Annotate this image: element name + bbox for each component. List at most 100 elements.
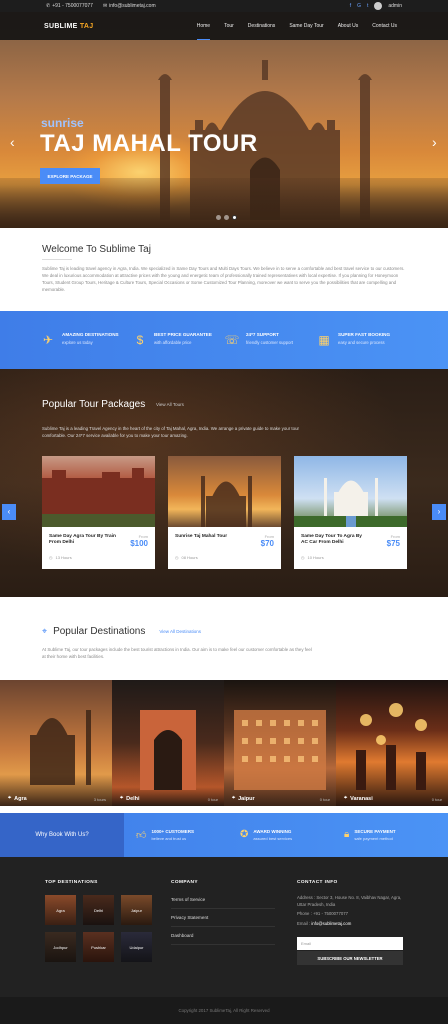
hero-next-arrow-icon[interactable]: › xyxy=(432,134,437,150)
footer-col1-title: TOP DESTINATIONS xyxy=(45,880,98,885)
brand-logo[interactable]: SUBLIME TAJ xyxy=(44,23,93,30)
view-all-tours-link[interactable]: View All Tours xyxy=(156,402,184,407)
thumb-label[interactable]: Pushkar xyxy=(91,945,106,950)
packages-prev-arrow-icon[interactable]: ‹ xyxy=(2,504,16,520)
email-info[interactable]: ✉ info@sublimetaj.com xyxy=(103,3,156,9)
location-pin-icon: ⌖ xyxy=(8,795,12,801)
hero-dot-2[interactable] xyxy=(224,215,229,220)
why-item-desc: safe payment method xyxy=(354,836,393,841)
avatar[interactable] xyxy=(374,2,383,10)
thumb-label[interactable]: Jaipur xyxy=(131,908,142,913)
main-navbar: SUBLIME TAJ Home Tour Destinations Same … xyxy=(0,12,448,40)
user-name[interactable]: admin xyxy=(388,3,402,9)
footer-top-destinations: TOP DESTINATIONS Agra Delhi Jaipur Jodhp… xyxy=(45,880,152,962)
nav-same-day-tour[interactable]: Same Day Tour xyxy=(282,12,330,40)
package-price: $100 xyxy=(130,539,148,548)
taj-day-image xyxy=(294,456,407,527)
destination-name[interactable]: Jaipur xyxy=(238,796,255,802)
destination-jaipur[interactable]: ⌖ Jaipur 0 tour xyxy=(224,680,336,806)
brand-main[interactable]: SUBLIME xyxy=(44,23,78,30)
packages-desc: Sublime Taj is a leading Travel Agency i… xyxy=(42,426,299,438)
facebook-icon[interactable]: f xyxy=(350,3,351,9)
packages-next-arrow-icon[interactable]: › xyxy=(432,504,446,520)
package-card[interactable]: Sunrise Taj Mahal Tour From $70 ◷ 08 Hours xyxy=(168,456,281,569)
destination-agra[interactable]: ⌖ Agra 3 tours xyxy=(0,680,112,806)
thumb-label[interactable]: Udaipur xyxy=(129,945,143,950)
footer-col3-title: CONTACT INFO xyxy=(297,880,338,885)
twitter-icon[interactable]: t xyxy=(367,3,368,9)
nav-contact-us[interactable]: Contact Us xyxy=(365,12,404,40)
footer-thumb-pushkar[interactable]: Pushkar xyxy=(83,932,114,962)
nav-tour[interactable]: Tour xyxy=(217,12,241,40)
package-name[interactable]: Same Day Agra Tour By Train From Delhi xyxy=(49,534,117,548)
hero-dot-1[interactable] xyxy=(216,215,221,220)
terms-link[interactable]: Terms of Service xyxy=(171,891,275,909)
hero-dot-3[interactable] xyxy=(232,215,237,220)
feature-title: SUPER FAST BOOKING xyxy=(338,332,391,337)
view-all-destinations-link[interactable]: View All Destinations xyxy=(159,629,201,634)
copyright-text: Copyright 2017 SublimeTaj, All Right Res… xyxy=(0,997,448,1024)
newsletter-email-input[interactable]: Email xyxy=(297,937,403,950)
location-pin-icon: ⌖ xyxy=(120,795,124,801)
destination-name[interactable]: Delhi xyxy=(126,796,139,802)
feature-title: BEST PRICE GUARANTEE xyxy=(154,332,212,337)
package-name[interactable]: Same Day Tour To Agra By AC Car From Del… xyxy=(301,534,369,548)
why-book-title: Why Book With Us? xyxy=(0,813,124,857)
privacy-link[interactable]: Privacy Statement xyxy=(171,909,275,927)
package-card[interactable]: Same Day Agra Tour By Train From Delhi Fr… xyxy=(42,456,155,569)
taj-sunrise-image xyxy=(168,456,281,527)
footer-address: Address : Sector 3, House No. 8, Vaibhav… xyxy=(297,895,402,907)
footer-email-label: Email : xyxy=(297,920,311,926)
why-item-desc: assured best services xyxy=(253,836,293,841)
clock-icon: ◷ xyxy=(175,555,179,560)
destinations-title: Popular Destinations xyxy=(53,626,146,637)
thumb-label[interactable]: Agra xyxy=(56,908,64,913)
feature-support: ☏ 24*7 SUPPORT friendly customer support xyxy=(224,332,316,348)
welcome-section: Welcome To Sublime Taj Sublime Taj is le… xyxy=(42,244,406,293)
footer-thumb-jodhpur[interactable]: Jodhpur xyxy=(45,932,76,962)
clock-icon: ◷ xyxy=(301,555,305,560)
subscribe-button[interactable]: SUBSCRIBE OUR NEWSLETTER xyxy=(297,951,403,965)
dashboard-link[interactable]: Dashboard xyxy=(171,927,275,945)
why-item-desc: believe and trust us xyxy=(151,836,187,841)
nav-home[interactable]: Home xyxy=(190,12,217,40)
destination-name[interactable]: Agra xyxy=(14,796,27,802)
nav-destinations[interactable]: Destinations xyxy=(241,12,283,40)
footer-thumb-udaipur[interactable]: Udaipur xyxy=(121,932,152,962)
footer-thumb-agra[interactable]: Agra xyxy=(45,895,76,925)
hero-ground xyxy=(0,178,448,228)
hero-slider: sunrise TAJ MAHAL TOUR EXPLORE PACKAGE ‹… xyxy=(0,12,448,228)
nav-about-us[interactable]: About Us xyxy=(331,12,366,40)
email-text[interactable]: info@sublimetaj.com xyxy=(109,3,155,9)
why-customers: 👍︎ 1000+ CUSTOMERS believe and trust us xyxy=(136,829,240,841)
footer-email[interactable]: info@sublimetaj.com xyxy=(311,921,351,926)
thumb-label[interactable]: Jodhpur xyxy=(53,945,67,950)
calendar-icon: ▦ xyxy=(318,333,330,347)
feature-desc: explore us today xyxy=(62,340,93,345)
thumb-label[interactable]: Delhi xyxy=(94,908,103,913)
footer-thumb-jaipur[interactable]: Jaipur xyxy=(121,895,152,925)
footer-email-line: Email : info@sublimetaj.com xyxy=(297,921,405,928)
clock-icon: ◷ xyxy=(49,555,53,560)
google-icon[interactable]: G xyxy=(357,3,361,9)
nav-menu: Home Tour Destinations Same Day Tour Abo… xyxy=(190,12,404,40)
destination-varanasi[interactable]: ⌖ Varanasi 0 tour xyxy=(336,680,448,806)
why-award: ✪ AWARD WINNING assured best services xyxy=(240,829,344,841)
brand-accent[interactable]: TAJ xyxy=(80,23,94,30)
thumbs-up-icon: 👍︎ xyxy=(136,830,147,841)
hero-prev-arrow-icon[interactable]: ‹ xyxy=(10,134,15,150)
destination-delhi[interactable]: ⌖ Delhi 0 tour xyxy=(112,680,224,806)
package-name[interactable]: Sunrise Taj Mahal Tour xyxy=(175,534,243,548)
package-card[interactable]: Same Day Tour To Agra By AC Car From Del… xyxy=(294,456,407,569)
phone-text: +91 - 7500077077 xyxy=(52,3,93,9)
tour-packages-section: Popular Tour Packages View All Tours Sub… xyxy=(0,369,448,597)
hero-title: TAJ MAHAL TOUR xyxy=(40,130,258,157)
feature-title: 24*7 SUPPORT xyxy=(246,332,279,337)
destination-name[interactable]: Varanasi xyxy=(350,796,373,802)
destination-tour-count: 3 tours xyxy=(93,797,106,802)
explore-package-button[interactable]: EXPLORE PACKAGE xyxy=(40,168,100,184)
package-cards: Same Day Agra Tour By Train From Delhi Fr… xyxy=(42,456,407,569)
destination-tour-count: 0 tour xyxy=(431,797,442,802)
destinations-desc: At Sublime Taj, our tour packages includ… xyxy=(42,647,312,659)
footer-thumb-delhi[interactable]: Delhi xyxy=(83,895,114,925)
